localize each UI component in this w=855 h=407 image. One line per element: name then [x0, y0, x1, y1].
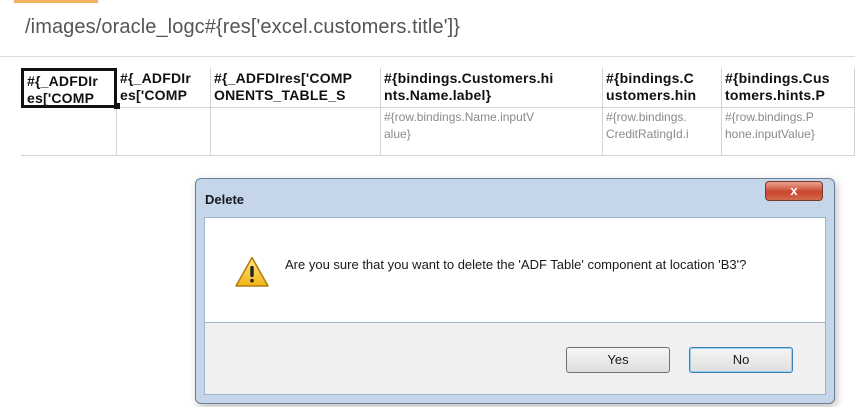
header-cell-3[interactable]: #{_ADFDIres['COMP ONENTS_TABLE_S [211, 68, 381, 108]
dialog-button-bar: Yes No [204, 323, 826, 395]
value-cell-1[interactable] [21, 108, 117, 156]
value-cell-2[interactable] [117, 108, 211, 156]
dialog-message: Are you sure that you want to delete the… [285, 257, 747, 272]
value-cell-4[interactable]: #{row.bindings.Name.inputV alue} [381, 108, 603, 156]
dialog-content: Are you sure that you want to delete the… [204, 217, 826, 323]
dialog-title: Delete [205, 192, 245, 207]
value-cell-6[interactable]: #{row.bindings.P hone.inputValue} [722, 108, 855, 156]
header-cell-4[interactable]: #{bindings.Customers.hi nts.Name.label} [381, 68, 603, 108]
header-cell-6[interactable]: #{bindings.Cus tomers.hints.P [722, 68, 855, 108]
value-cell-3[interactable] [211, 108, 381, 156]
accent-line [14, 0, 98, 3]
header-cell-1[interactable]: #{_ADFDIr es['COMP [21, 68, 117, 108]
page-title: /images/oracle_logc#{res['excel.customer… [25, 16, 461, 38]
header-cell-5[interactable]: #{bindings.C ustomers.hin [603, 68, 722, 108]
yes-button[interactable]: Yes [566, 347, 670, 373]
title-separator [0, 56, 855, 57]
title-bar: /images/oracle_logc#{res['excel.customer… [0, 0, 855, 57]
close-button[interactable]: x [765, 181, 823, 201]
delete-dialog: Delete x Are you sure that you want to d… [195, 178, 835, 404]
selection-handle[interactable] [114, 103, 120, 109]
value-cell-5[interactable]: #{row.bindings. CreditRatingId.i [603, 108, 722, 156]
header-cell-2[interactable]: #{_ADFDIr es['COMP [117, 68, 211, 108]
close-icon: x [790, 183, 798, 198]
no-button[interactable]: No [689, 347, 793, 373]
warning-icon [235, 256, 269, 287]
